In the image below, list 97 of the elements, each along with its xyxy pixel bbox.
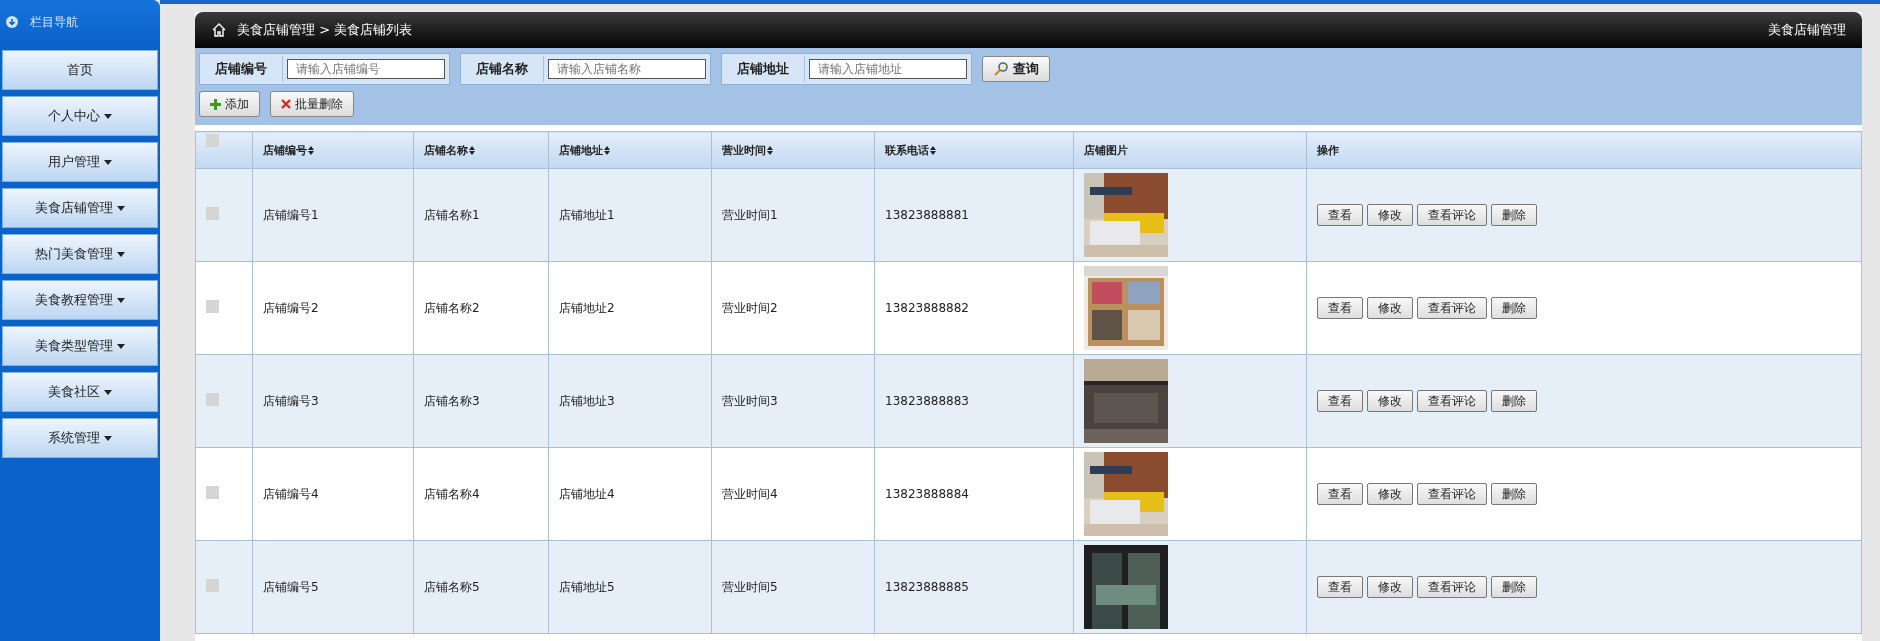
table-cell: 营业时间2 <box>722 300 778 315</box>
table-cell: 店铺名称3 <box>424 393 480 408</box>
nav-item[interactable]: 热门美食管理 <box>2 234 158 274</box>
nav-item[interactable]: 美食教程管理 <box>2 280 158 320</box>
table-cell: 店铺编号1 <box>263 207 319 222</box>
action-button[interactable]: 查看 <box>1317 390 1363 412</box>
table-cell: 店铺地址5 <box>559 579 615 594</box>
search-button[interactable]: 查询 <box>982 56 1050 82</box>
action-button[interactable]: 查看评论 <box>1417 297 1487 319</box>
action-button[interactable]: 查看评论 <box>1417 483 1487 505</box>
table-cell: 店铺地址4 <box>559 486 615 501</box>
table-cell: 店铺名称2 <box>424 300 480 315</box>
column-header[interactable]: 营业时间 <box>722 142 773 158</box>
batch-delete-button[interactable]: 批量删除 <box>270 91 354 117</box>
column-header[interactable]: 店铺编号 <box>263 142 314 158</box>
caret-icon <box>117 343 125 349</box>
home-icon <box>211 22 227 38</box>
caret-icon <box>104 435 112 441</box>
caret-icon <box>117 251 125 257</box>
sidebar-title: 栏目导航 <box>30 13 78 31</box>
action-button[interactable]: 删除 <box>1491 390 1537 412</box>
sort-icon <box>469 145 475 155</box>
action-button[interactable]: 修改 <box>1367 297 1413 319</box>
breadcrumb: 美食店铺管理 > 美食店铺列表 <box>237 21 413 39</box>
row-checkbox[interactable] <box>206 486 219 499</box>
action-button[interactable]: 查看评论 <box>1417 390 1487 412</box>
action-button[interactable]: 查看 <box>1317 204 1363 226</box>
table-cell: 13823888885 <box>885 580 969 594</box>
search-field[interactable]: 请输入店铺地址 <box>809 59 967 79</box>
table-cell: 营业时间4 <box>722 486 778 501</box>
sort-icon <box>930 145 936 155</box>
search-field[interactable]: 请输入店铺编号 <box>287 59 445 79</box>
nav-item[interactable]: 美食类型管理 <box>2 326 158 366</box>
nav-item[interactable]: 个人中心 <box>2 96 158 136</box>
header-title: 美食店铺管理 <box>1768 21 1846 39</box>
search-field[interactable]: 请输入店铺名称 <box>548 59 706 79</box>
table-cell: 店铺名称4 <box>424 486 480 501</box>
row-checkbox[interactable] <box>206 579 219 592</box>
action-button[interactable]: 修改 <box>1367 483 1413 505</box>
action-button[interactable]: 查看 <box>1317 483 1363 505</box>
column-header[interactable]: 店铺地址 <box>559 142 610 158</box>
action-button[interactable]: 删除 <box>1491 297 1537 319</box>
caret-icon <box>104 113 112 119</box>
plus-icon <box>210 98 221 110</box>
sort-icon <box>604 145 610 155</box>
action-button[interactable]: 查看评论 <box>1417 576 1487 598</box>
column-header: 店铺图片 <box>1084 142 1128 158</box>
sort-icon <box>308 145 314 155</box>
field-label: 店铺编号 <box>200 56 283 82</box>
row-checkbox[interactable] <box>206 207 219 220</box>
caret-icon <box>117 205 125 211</box>
table-cell: 店铺名称1 <box>424 207 480 222</box>
row-checkbox[interactable] <box>206 300 219 313</box>
field-label: 店铺名称 <box>461 56 544 82</box>
cross-icon <box>281 99 291 109</box>
action-button[interactable]: 查看评论 <box>1417 204 1487 226</box>
sort-icon <box>767 145 773 155</box>
search-icon <box>993 61 1009 77</box>
action-button[interactable]: 查看 <box>1317 297 1363 319</box>
action-button[interactable]: 删除 <box>1491 204 1537 226</box>
table-cell: 13823888883 <box>885 394 969 408</box>
action-button[interactable]: 修改 <box>1367 576 1413 598</box>
nav-item[interactable]: 美食社区 <box>2 372 158 412</box>
column-header[interactable]: 店铺名称 <box>424 142 475 158</box>
nav-item[interactable]: 美食店铺管理 <box>2 188 158 228</box>
caret-icon <box>117 297 125 303</box>
table-cell: 店铺地址2 <box>559 300 615 315</box>
table-cell: 店铺地址1 <box>559 207 615 222</box>
table-cell: 店铺编号3 <box>263 393 319 408</box>
nav-item[interactable]: 首页 <box>2 50 158 90</box>
table-cell: 店铺编号4 <box>263 486 319 501</box>
arrow-down-circle-icon <box>6 16 18 28</box>
action-button[interactable]: 修改 <box>1367 204 1413 226</box>
table-cell: 店铺地址3 <box>559 393 615 408</box>
table-cell: 营业时间3 <box>722 393 778 408</box>
field-label: 店铺地址 <box>722 56 805 82</box>
caret-icon <box>104 389 112 395</box>
nav-item[interactable]: 用户管理 <box>2 142 158 182</box>
caret-icon <box>104 159 112 165</box>
add-button[interactable]: 添加 <box>199 91 260 117</box>
action-button[interactable]: 删除 <box>1491 576 1537 598</box>
action-button[interactable]: 查看 <box>1317 576 1363 598</box>
table-cell: 店铺编号2 <box>263 300 319 315</box>
action-button[interactable]: 修改 <box>1367 390 1413 412</box>
table-cell: 13823888884 <box>885 487 969 501</box>
table-cell: 13823888882 <box>885 301 969 315</box>
row-checkbox[interactable] <box>206 393 219 406</box>
column-header[interactable]: 联系电话 <box>885 142 936 158</box>
select-all-checkbox[interactable] <box>206 134 219 147</box>
nav-item[interactable]: 系统管理 <box>2 418 158 458</box>
action-button[interactable]: 删除 <box>1491 483 1537 505</box>
table-cell: 店铺名称5 <box>424 579 480 594</box>
table-cell: 店铺编号5 <box>263 579 319 594</box>
column-header: 操作 <box>1317 142 1339 158</box>
table-cell: 营业时间5 <box>722 579 778 594</box>
table-cell: 营业时间1 <box>722 207 778 222</box>
table-cell: 13823888881 <box>885 208 969 222</box>
